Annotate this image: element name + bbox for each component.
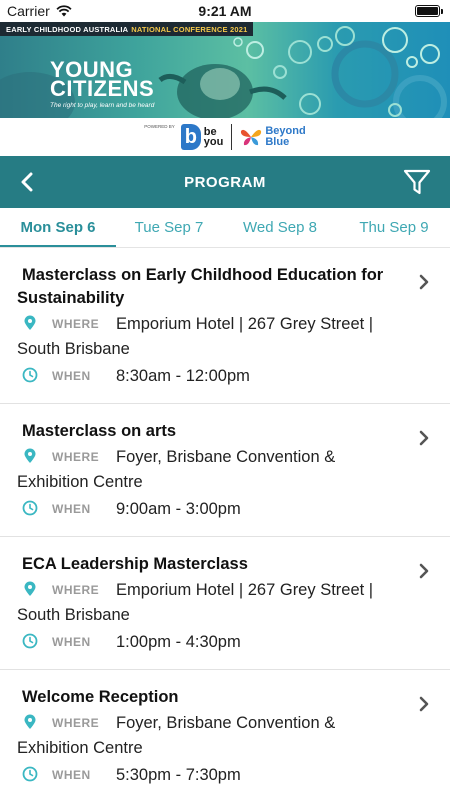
chevron-right-icon <box>419 696 429 712</box>
event-where: WHERE Emporium Hotel | 267 Grey Street | … <box>17 312 402 362</box>
event-title: ECA Leadership Masterclass <box>22 555 248 573</box>
filter-icon <box>403 169 431 195</box>
beyond-blue-line2: Blue <box>265 136 290 148</box>
event-when: WHEN 8:30am - 12:00pm <box>17 364 402 389</box>
where-label: WHERE <box>52 317 100 331</box>
tab-tue-sep-7[interactable]: Tue Sep 7 <box>116 208 222 247</box>
back-button[interactable] <box>14 169 40 195</box>
when-label: WHEN <box>52 768 91 782</box>
banner-title-line2: CITIZENS <box>50 76 155 101</box>
event-row[interactable]: Masterclass on Early Childhood Education… <box>0 248 450 404</box>
event-list: Masterclass on Early Childhood Education… <box>0 248 450 800</box>
event-when: WHEN 9:00am - 3:00pm <box>17 497 402 522</box>
be-you-logo-line2: you <box>203 136 224 148</box>
event-title: Welcome Reception <box>22 688 179 706</box>
event-when-value: 8:30am - 12:00pm <box>116 367 250 385</box>
event-when-value: 5:30pm - 7:30pm <box>116 766 241 784</box>
status-bar: Carrier 9:21 AM <box>0 0 450 22</box>
location-pin-icon <box>24 714 36 729</box>
partner-divider <box>231 124 233 150</box>
tab-wed-sep-8[interactable]: Wed Sep 8 <box>222 208 338 247</box>
event-when-value: 9:00am - 3:00pm <box>116 500 241 518</box>
when-label: WHEN <box>52 369 91 383</box>
event-where: WHERE Foyer, Brisbane Convention & Exhibi… <box>17 711 402 761</box>
be-you-logo: b be you <box>180 124 224 150</box>
event-when: WHEN 5:30pm - 7:30pm <box>17 763 402 788</box>
where-label: WHERE <box>52 716 100 730</box>
clock-icon <box>22 766 38 782</box>
event-row[interactable]: ECA Leadership Masterclass WHERE Emporium… <box>0 537 450 670</box>
event-where: WHERE Emporium Hotel | 267 Grey Street | … <box>17 578 402 628</box>
banner-tagline: The right to play, learn and be heard <box>50 102 155 109</box>
chevron-right-icon <box>419 274 429 290</box>
clock-icon <box>22 633 38 649</box>
location-pin-icon <box>24 581 36 596</box>
chevron-left-icon <box>21 172 33 192</box>
page-title: PROGRAM <box>184 173 266 191</box>
tab-mon-sep-6[interactable]: Mon Sep 6 <box>0 208 116 247</box>
be-you-logo-mark: b <box>180 124 201 150</box>
battery-icon <box>415 5 443 17</box>
event-when: WHEN 1:00pm - 4:30pm <box>17 630 402 655</box>
chevron-right-icon <box>419 563 429 579</box>
event-where: WHERE Foyer, Brisbane Convention & Exhibi… <box>17 445 402 495</box>
butterfly-icon <box>241 129 262 146</box>
banner-strip: EARLY CHILDHOOD AUSTRALIA NATIONAL CONFE… <box>0 22 254 36</box>
when-label: WHEN <box>52 635 91 649</box>
banner-strip-org: EARLY CHILDHOOD AUSTRALIA <box>6 24 129 34</box>
clock-icon <box>22 500 38 516</box>
beyond-blue-logo: Beyond Blue <box>240 126 306 148</box>
nav-header: PROGRAM <box>0 156 450 208</box>
filter-button[interactable] <box>402 168 432 196</box>
where-label: WHERE <box>52 450 100 464</box>
event-row[interactable]: Masterclass on arts WHERE Foyer, Brisbane… <box>0 404 450 537</box>
day-tabs: Mon Sep 6 Tue Sep 7 Wed Sep 8 Thu Sep 9 <box>0 208 450 248</box>
event-title: Masterclass on Early Childhood Education… <box>17 266 384 307</box>
carrier-label: Carrier <box>7 3 50 19</box>
wifi-icon <box>56 5 72 17</box>
chevron-right-icon <box>419 430 429 446</box>
clock-icon <box>22 367 38 383</box>
powered-by-label: POWERED BY <box>144 124 175 129</box>
banner-strip-event: NATIONAL CONFERENCE 2021 <box>131 24 248 34</box>
tab-thu-sep-9[interactable]: Thu Sep 9 <box>338 208 450 247</box>
location-pin-icon <box>24 315 36 330</box>
partner-bar: POWERED BY b be you Beyond Blue <box>0 118 450 156</box>
conference-banner: EARLY CHILDHOOD AUSTRALIA NATIONAL CONFE… <box>0 22 450 118</box>
event-row[interactable]: Welcome Reception WHERE Foyer, Brisbane C… <box>0 670 450 800</box>
banner-title: YOUNG CITIZENS <box>50 59 155 101</box>
where-label: WHERE <box>52 583 100 597</box>
when-label: WHEN <box>52 502 91 516</box>
event-when-value: 1:00pm - 4:30pm <box>116 633 241 651</box>
location-pin-icon <box>24 448 36 463</box>
event-title: Masterclass on arts <box>22 422 177 440</box>
